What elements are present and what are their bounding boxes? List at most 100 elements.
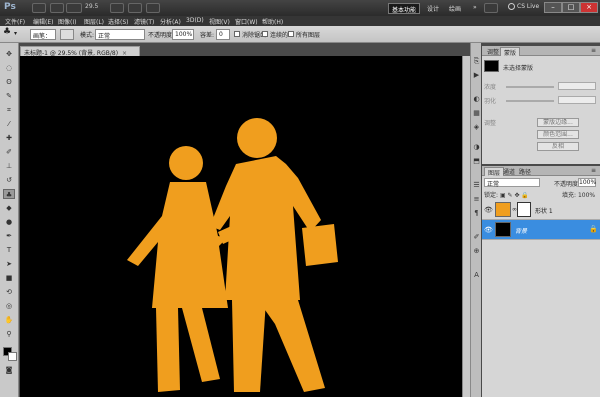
view-extras-button[interactable] [66,3,82,13]
workspace-switcher-button[interactable] [484,3,498,13]
minimize-button[interactable]: – [544,2,562,13]
shape-tool-icon[interactable]: ■ [3,273,15,283]
menu-image[interactable]: 图像(I) [58,17,76,26]
tab-masks[interactable]: 蒙版 [500,47,521,57]
contiguous-checkbox[interactable] [262,31,268,37]
menu-bar: 文件(F) 编辑(E) 图像(I) 图层(L) 选择(S) 滤镜(T) 分析(A… [0,16,600,26]
pen-tool-icon[interactable]: ✒ [3,231,15,241]
blend-mode-select[interactable]: 正常 [484,178,540,188]
menu-analysis[interactable]: 分析(A) [160,17,181,26]
document-tab[interactable]: 未标题-1 @ 29.5% (背景, RGB/8) × [20,46,140,57]
paint-bucket-icon[interactable]: ♣ [3,27,11,37]
zoom-tool-icon[interactable]: ⚲ [3,329,15,339]
move-tool-icon[interactable]: ✥ [3,49,15,59]
visibility-eye-icon[interactable]: 👁 [484,206,493,214]
healing-brush-tool-icon[interactable]: ✚ [3,133,15,143]
layers-panel-icon[interactable]: ☰ [472,181,481,190]
lasso-tool-icon[interactable]: ʘ [3,77,15,87]
layer-name[interactable]: 形状 1 [535,206,553,215]
workspace-painting[interactable]: 绘画 [446,3,464,14]
menu-edit[interactable]: 编辑(E) [33,17,53,26]
menu-select[interactable]: 选择(S) [108,17,129,26]
fill-source-select[interactable]: 画笔： [30,29,56,40]
tool-preset-arrow-icon[interactable]: ▾ [14,30,17,37]
mode-select[interactable]: 正常 [95,29,145,40]
channels-panel-icon[interactable]: ≡ [472,195,481,204]
arrange-documents-button[interactable] [146,3,160,13]
menu-filter[interactable]: 滤镜(T) [134,17,154,26]
menu-file[interactable]: 文件(F) [5,17,25,26]
panel-menu-icon[interactable]: ≡ [588,167,599,174]
vector-mask-thumbnail[interactable] [517,202,531,217]
path-select-tool-icon[interactable]: ➤ [3,259,15,269]
lock-controls[interactable]: 锁定: ▣ ✎ ✥ 🔒 [484,190,529,199]
marquee-tool-icon[interactable]: ◌ [3,63,15,73]
color-range-button[interactable]: 颜色范围... [537,130,579,139]
clone-source-panel-icon[interactable]: ⊕ [472,247,481,256]
panel-menu-icon[interactable]: ≡ [588,47,599,54]
all-layers-checkbox[interactable] [288,31,294,37]
menu-3d[interactable]: 3D(D) [186,17,204,24]
history-panel-icon[interactable]: ⎘ [472,57,481,66]
invert-button[interactable]: 反相 [537,142,579,151]
quick-select-tool-icon[interactable]: ✎ [3,91,15,101]
history-brush-tool-icon[interactable]: ↺ [3,175,15,185]
hand-tool-icon[interactable]: ✋ [3,315,15,325]
feather-slider[interactable] [506,100,554,102]
paint-bucket-tool-icon[interactable]: ♣ [3,189,15,199]
styles-panel-icon[interactable]: ◈ [472,123,481,132]
maximize-button[interactable]: □ [562,2,580,13]
dodge-tool-icon[interactable]: ● [3,217,15,227]
3d-rotate-tool-icon[interactable]: ⟲ [3,287,15,297]
crop-tool-icon[interactable]: ⌗ [3,105,15,115]
character-panel-icon[interactable]: A [472,271,481,280]
paths-panel-icon[interactable]: ¶ [472,209,481,218]
zoom-tool-button[interactable] [128,3,142,13]
3d-orbit-tool-icon[interactable]: ◎ [3,301,15,311]
background-color-swatch[interactable] [8,352,17,361]
opacity-input[interactable]: 100% [172,29,194,40]
brush-panel-icon[interactable]: ✐ [472,233,481,242]
mask-edge-button[interactable]: 蒙版边缘... [537,118,579,127]
workspace-design[interactable]: 设计 [424,3,442,14]
menu-view[interactable]: 视图(V) [209,17,230,26]
feather-field[interactable] [558,96,596,104]
type-tool-icon[interactable]: T [3,245,15,255]
bridge-button[interactable] [32,3,46,13]
swatches-panel-icon[interactable]: ▦ [472,109,481,118]
pattern-picker[interactable] [60,29,74,40]
adjustments-panel-icon[interactable]: ◑ [472,143,481,152]
menu-layer[interactable]: 图层(L) [84,17,104,26]
actions-panel-icon[interactable]: ▶ [472,71,481,80]
canvas-vertical-scrollbar[interactable] [462,56,470,397]
workspace-more[interactable]: » [470,3,480,14]
blur-tool-icon[interactable]: ◆ [3,203,15,213]
brush-tool-icon[interactable]: ✐ [3,147,15,157]
visibility-eye-icon[interactable]: 👁 [484,226,493,234]
tab-paths[interactable]: 路径 [516,167,534,176]
menu-window[interactable]: 窗口(W) [235,17,258,26]
layer-name[interactable]: 背景 [515,226,527,235]
layer-opacity-input[interactable]: 100% [578,178,596,187]
tolerance-input[interactable]: 0 [216,29,230,40]
canvas[interactable] [20,56,462,397]
quick-mask-icon[interactable]: ◙ [3,365,15,375]
close-button[interactable]: × [580,2,598,13]
density-label: 浓度 [484,84,497,91]
layer-row-background[interactable]: 👁 背景 🔒 [482,220,600,240]
density-slider[interactable] [506,86,554,88]
masks-panel-icon[interactable]: ⬒ [472,157,481,166]
mini-bridge-button[interactable] [50,3,64,13]
eyedropper-tool-icon[interactable]: ⁄ [3,119,15,129]
menu-help[interactable]: 帮助(H) [262,17,283,26]
fill-control[interactable]: 填充: 100% [562,190,595,199]
color-panel-icon[interactable]: ◐ [472,95,481,104]
workspace-essentials[interactable]: 基本功能 [388,3,421,14]
antialias-checkbox[interactable] [234,31,240,37]
layer-row-shape[interactable]: 👁 ∞ 形状 1 [482,200,600,220]
zoom-level[interactable]: 29.5 [85,3,98,10]
cs-live-button[interactable]: CS Live [508,3,539,10]
density-field[interactable] [558,82,596,90]
hand-tool-button[interactable] [110,3,124,13]
clone-stamp-tool-icon[interactable]: ⊥ [3,161,15,171]
